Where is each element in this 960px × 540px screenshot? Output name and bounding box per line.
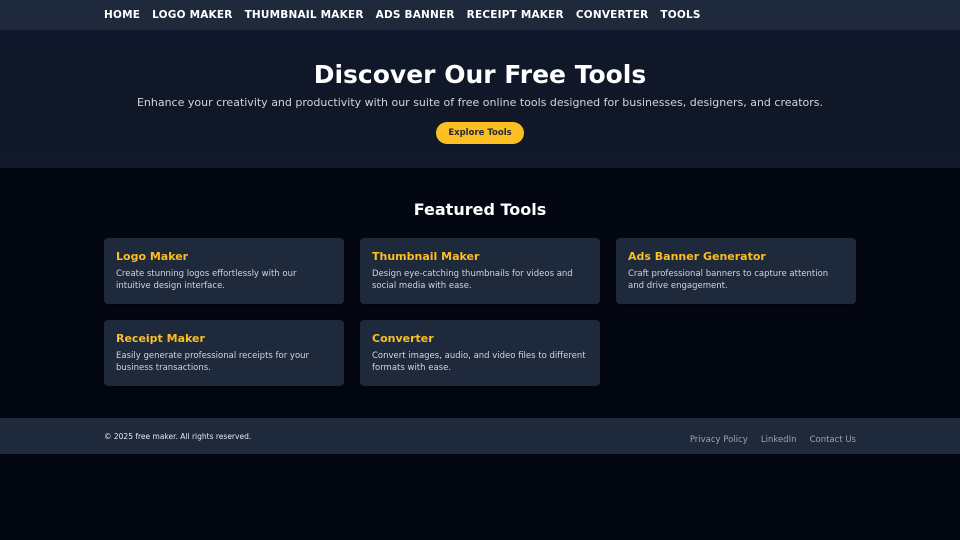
card-title: Thumbnail Maker <box>372 250 480 263</box>
explore-tools-button[interactable]: Explore Tools <box>436 122 524 144</box>
nav-logo-maker[interactable]: LOGO MAKER <box>152 9 232 21</box>
nav-converter[interactable]: CONVERTER <box>576 9 649 21</box>
footer-links: Privacy Policy LinkedIn Contact Us <box>682 427 856 446</box>
top-nav: HOME LOGO MAKER THUMBNAIL MAKER ADS BANN… <box>0 0 960 30</box>
copyright-text: © 2025 free maker. All rights reserved. <box>104 431 252 441</box>
card-title: Converter <box>372 332 434 345</box>
hero-subtitle: Enhance your creativity and productivity… <box>136 96 824 109</box>
featured-tools-section: Featured Tools Logo Maker Create stunnin… <box>0 168 960 418</box>
footer: © 2025 free maker. All rights reserved. … <box>0 418 960 454</box>
linkedin-link[interactable]: LinkedIn <box>761 435 797 445</box>
card-thumbnail-maker[interactable]: Thumbnail Maker Design eye-catching thum… <box>360 238 600 304</box>
card-ads-banner-generator[interactable]: Ads Banner Generator Craft professional … <box>616 238 856 304</box>
hero-title: Discover Our Free Tools <box>313 60 647 89</box>
nav-tools[interactable]: TOOLS <box>660 9 700 21</box>
card-title: Logo Maker <box>116 250 189 263</box>
card-description: Easily generate professional receipts fo… <box>116 351 310 373</box>
hero-section: Discover Our Free Tools Enhance your cre… <box>0 30 960 168</box>
card-description: Craft professional banners to capture at… <box>628 269 829 291</box>
card-receipt-maker[interactable]: Receipt Maker Easily generate profession… <box>104 320 344 386</box>
featured-heading: Featured Tools <box>413 200 547 219</box>
tools-grid: Logo Maker Create stunning logos effortl… <box>104 238 856 386</box>
card-title: Ads Banner Generator <box>628 250 766 263</box>
nav-thumbnail-maker[interactable]: THUMBNAIL MAKER <box>245 9 364 21</box>
nav-receipt-maker[interactable]: RECEIPT MAKER <box>467 9 564 21</box>
card-logo-maker[interactable]: Logo Maker Create stunning logos effortl… <box>104 238 344 304</box>
privacy-policy-link[interactable]: Privacy Policy <box>690 435 748 445</box>
card-converter[interactable]: Converter Convert images, audio, and vid… <box>360 320 600 386</box>
nav-ads-banner[interactable]: ADS BANNER <box>376 9 455 21</box>
card-description: Convert images, audio, and video files t… <box>372 351 586 373</box>
card-description: Design eye-catching thumbnails for video… <box>372 269 573 291</box>
card-description: Create stunning logos effortlessly with … <box>116 269 297 291</box>
contact-us-link[interactable]: Contact Us <box>810 435 856 445</box>
card-title: Receipt Maker <box>116 332 205 345</box>
nav-home[interactable]: HOME <box>104 9 140 21</box>
